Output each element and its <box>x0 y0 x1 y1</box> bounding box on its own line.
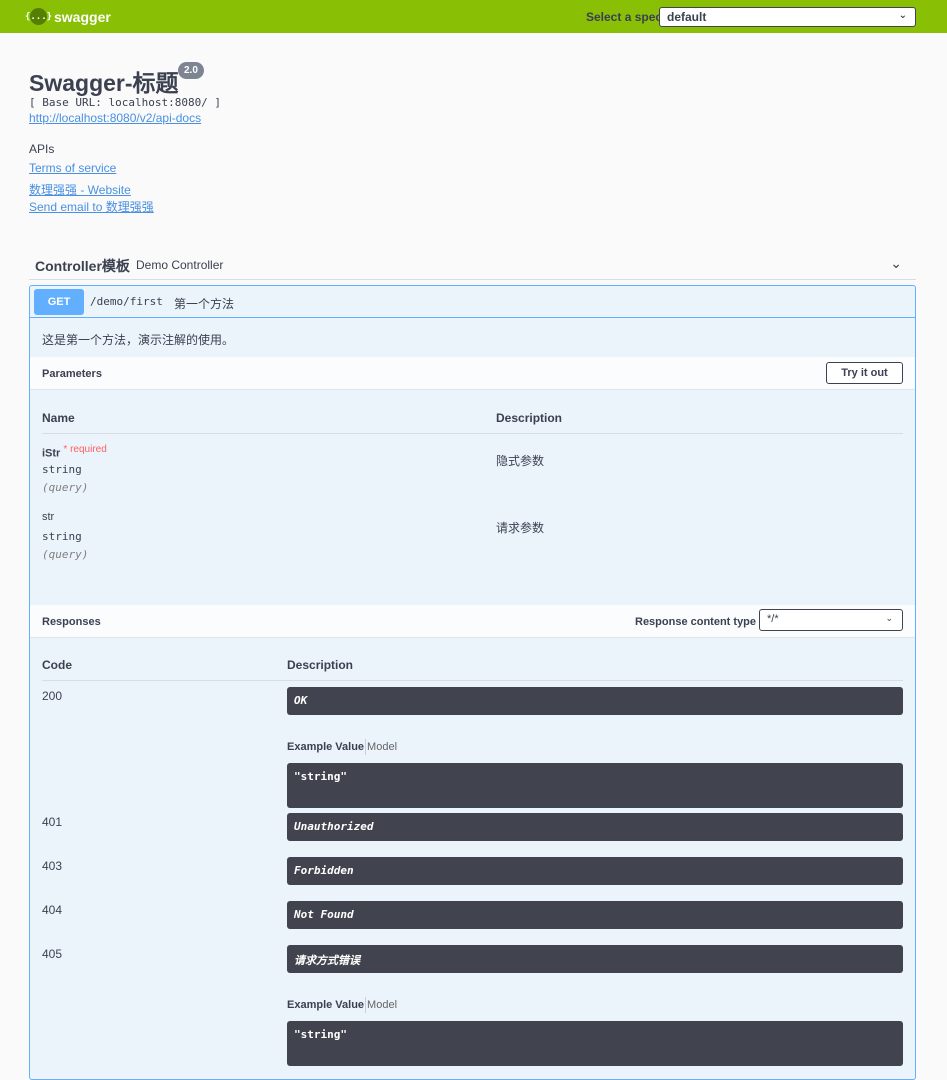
parameters-title: Parameters <box>42 368 102 380</box>
response-description: Not Found <box>287 901 903 929</box>
example-value-box: "string" <box>287 1021 903 1066</box>
email-link[interactable]: Send email to 数理强强 <box>29 198 154 215</box>
base-url: [ Base URL: localhost:8080/ ] <box>29 96 222 109</box>
param-in: (query) <box>42 548 89 561</box>
operation-block: GET /demo/first 第一个方法 这是第一个方法，演示注解的使用。 P… <box>29 285 916 1080</box>
example-tabs: Example Value Model <box>287 739 397 755</box>
swagger-logo-icon: {...} <box>25 8 52 25</box>
param-description: 隐式参数 <box>496 454 545 468</box>
example-value-tab[interactable]: Example Value <box>287 741 364 753</box>
operation-summary-text: 第一个方法 <box>174 297 235 311</box>
response-code: 404 <box>42 903 63 917</box>
response-description: Forbidden <box>287 857 903 885</box>
response-content-type-value: */* <box>767 613 779 625</box>
response-code: 401 <box>42 815 63 829</box>
param-col-name: Name <box>42 411 75 425</box>
api-description: APIs <box>29 142 55 156</box>
tab-divider <box>365 739 367 755</box>
tab-divider <box>365 997 367 1013</box>
operation-summary[interactable]: GET /demo/first 第一个方法 <box>30 286 915 318</box>
param-type: string <box>42 530 82 543</box>
parameters-header: Parameters Try it out <box>30 357 915 390</box>
param-type: string <box>42 463 82 476</box>
topbar: {...} swagger Select a spec default ⌄ <box>0 0 947 33</box>
param-col-description: Description <box>496 411 563 425</box>
terms-of-service-link[interactable]: Terms of service <box>29 161 116 175</box>
required-mark: * required <box>63 444 107 455</box>
operation-path: /demo/first <box>90 295 163 308</box>
responses-title: Responses <box>42 616 101 628</box>
model-tab[interactable]: Model <box>367 999 397 1011</box>
resp-col-description: Description <box>287 658 354 672</box>
example-tabs: Example Value Model <box>287 997 397 1013</box>
tag-section-header[interactable]: Controller模板 Demo Controller ⌄ <box>29 247 916 280</box>
example-value-tab[interactable]: Example Value <box>287 999 364 1011</box>
response-code: 403 <box>42 859 63 873</box>
example-value-box: "string" <box>287 763 903 808</box>
response-description: Unauthorized <box>287 813 903 841</box>
tag-description: Demo Controller <box>136 258 224 272</box>
swagger-logo[interactable]: {...} swagger <box>25 8 111 25</box>
method-badge: GET <box>34 289 84 315</box>
chevron-down-icon[interactable]: ⌄ <box>890 255 902 272</box>
response-description: 请求方式错误 <box>287 945 903 973</box>
param-in: (query) <box>42 481 89 494</box>
param-header-divider <box>42 433 903 434</box>
param-name: iStr * required <box>42 444 107 460</box>
resp-header-divider <box>42 680 903 681</box>
spec-select[interactable]: default ⌄ <box>659 7 916 27</box>
response-content-type-label: Response content type <box>635 616 757 628</box>
version-badge: 2.0 <box>178 62 204 79</box>
spec-select-value: default <box>667 10 707 24</box>
model-tab[interactable]: Model <box>367 741 397 753</box>
chevron-down-icon: ⌄ <box>898 10 907 21</box>
tag-name: Controller模板 <box>35 258 130 274</box>
website-link[interactable]: 数理强强 - Website <box>29 181 131 198</box>
param-description: 请求参数 <box>496 521 545 535</box>
operation-description: 这是第一个方法，演示注解的使用。 <box>42 333 235 347</box>
chevron-down-icon: ⌄ <box>885 613 893 623</box>
response-description: OK <box>287 687 903 715</box>
response-content-type-select[interactable]: */* ⌄ <box>759 609 903 631</box>
response-code: 405 <box>42 947 63 961</box>
logo-text: swagger <box>54 8 111 25</box>
responses-header: Responses Response content type */* ⌄ <box>30 605 915 638</box>
try-it-out-button[interactable]: Try it out <box>826 362 903 384</box>
api-docs-link[interactable]: http://localhost:8080/v2/api-docs <box>29 111 201 125</box>
param-name: str <box>42 511 55 523</box>
api-title: Swagger-标题 <box>29 70 179 96</box>
spec-label: Select a spec <box>586 10 663 24</box>
response-code: 200 <box>42 689 63 703</box>
resp-col-code: Code <box>42 658 72 672</box>
